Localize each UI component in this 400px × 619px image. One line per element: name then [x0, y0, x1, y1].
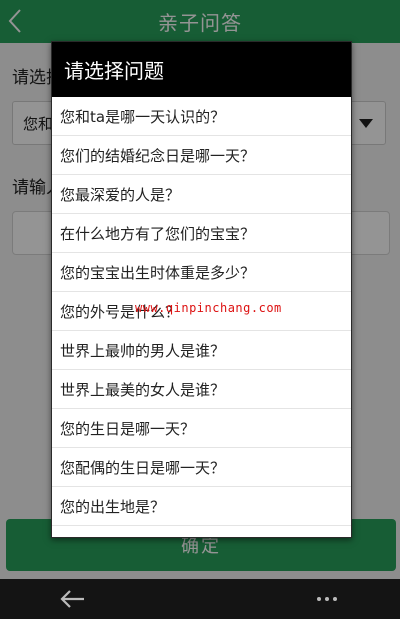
option-item[interactable]: 您和ta是哪一天认识的？: [52, 97, 351, 136]
option-item[interactable]: 您的出生地是？: [52, 487, 351, 526]
option-item[interactable]: 您最深爱的人是？: [52, 175, 351, 214]
system-nav-bar: [0, 579, 400, 619]
option-item[interactable]: 在什么地方有了您们的宝宝？: [52, 214, 351, 253]
watermark-text: www.qinpinchang.com: [135, 301, 282, 315]
more-dots-icon: [333, 597, 337, 601]
option-item[interactable]: 您的宝宝出生时体重是多少？: [52, 253, 351, 292]
option-item[interactable]: 您配偶的生日是哪一天？: [52, 448, 351, 487]
nav-more-button[interactable]: [312, 589, 342, 609]
question-picker-dialog: 请选择问题 您和ta是哪一天认识的？ 您们的结婚纪念日是哪一天？ 您最深爱的人是…: [51, 41, 352, 538]
dialog-title: 请选择问题: [52, 42, 351, 97]
option-item[interactable]: 世界上最帅的男人是谁？: [52, 331, 351, 370]
option-item[interactable]: 世界上最美的女人是谁？: [52, 370, 351, 409]
more-dots-icon: [325, 597, 329, 601]
more-dots-icon: [317, 597, 321, 601]
arrow-left-icon: [60, 590, 84, 608]
nav-back-button[interactable]: [56, 585, 90, 613]
option-item[interactable]: 您们的结婚纪念日是哪一天？: [52, 136, 351, 175]
option-item[interactable]: 您的生日是哪一天？: [52, 409, 351, 448]
